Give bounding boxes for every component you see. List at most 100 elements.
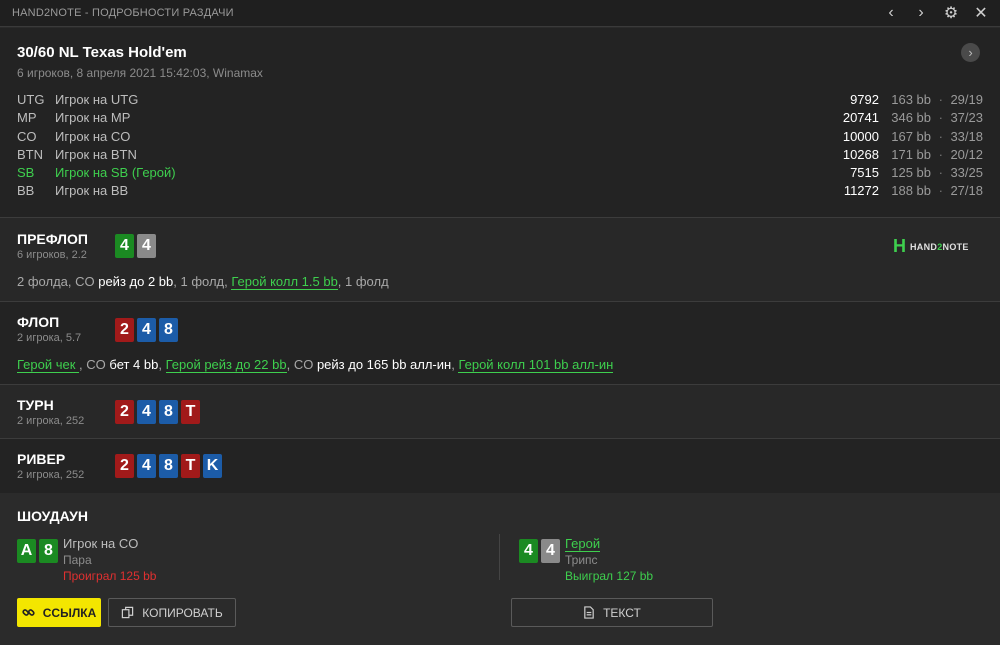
player-row: BB Игрок на BB 11272 188 bb · 27/18 [17, 182, 983, 200]
player-stats: 33/25 [950, 165, 983, 181]
card: 8 [159, 400, 178, 424]
street-name: ТУРН [17, 397, 54, 413]
player-stats: 37/23 [950, 110, 983, 126]
card: T [181, 454, 200, 478]
player-bb: 167 bb [891, 128, 931, 144]
hand-header: 30/60 NL Texas Hold'em 6 игроков, 8 апре… [0, 28, 1000, 218]
window-title: HAND2NOTE - ПОДРОБНОСТИ РАЗДАЧИ [12, 7, 234, 19]
villain-hand-rank: Пара [63, 553, 92, 567]
chevron-right-icon: › [918, 4, 924, 21]
next-hand-circle-button[interactable]: › [961, 43, 980, 62]
card: 8 [159, 318, 178, 342]
hero-info: Герой Трипс Выиграл 127 bb [565, 536, 765, 584]
showdown-section: ШОУДАУН A 8 Игрок на CO Пара Проиграл 12… [0, 493, 1000, 645]
player-row: UTG Игрок на UTG 9792 163 bb · 29/19 [17, 91, 983, 109]
player-name: Игрок на BB [55, 183, 129, 199]
player-position: BB [17, 183, 35, 199]
villain-result: Проиграл 125 bb [63, 569, 157, 583]
street-sub: 2 игрока, 252 [17, 415, 85, 427]
street-actions: 2 фолда, CO рейз до 2 bb, 1 фолд, Герой … [17, 274, 389, 290]
card: 2 [115, 318, 134, 342]
copy-button-label: КОПИРОВАТЬ [142, 605, 223, 620]
link-button[interactable]: ССЫЛКА [17, 598, 101, 627]
street-preflop: ПРЕФЛОП 6 игроков, 2.2 4 4 H HAND2NOTE 2… [0, 218, 1000, 302]
card: 2 [115, 454, 134, 478]
street-river: РИВЕР 2 игрока, 252 2 4 8 T K [0, 439, 1000, 493]
villain-name: Игрок на CO [63, 536, 139, 551]
hero-result: Выиграл 127 bb [565, 569, 654, 583]
action-text: , [158, 357, 166, 372]
next-hand-button[interactable]: › [906, 0, 936, 27]
hand2note-logo: H HAND2NOTE [893, 236, 969, 257]
player-bb: 125 bb [891, 165, 931, 181]
player-chips: 7515 [850, 165, 879, 181]
hero-action-link[interactable]: Герой чек [17, 357, 80, 373]
street-sub: 2 игрока, 252 [17, 469, 85, 481]
player-bb: 163 bb [891, 92, 931, 107]
street-sub: 6 игроков, 2.2 [17, 249, 87, 261]
hero-cards: 4 4 [519, 539, 560, 563]
link-button-label: ССЫЛКА [42, 605, 97, 620]
showdown-divider [499, 534, 500, 580]
action-text: 2 фолда, CO [17, 274, 99, 289]
player-chips: 10268 [842, 146, 879, 162]
player-stats: 20/12 [950, 146, 983, 162]
card: T [181, 400, 200, 424]
player-name: Игрок на UTG [55, 92, 139, 107]
separator-dot: · [938, 92, 943, 107]
player-bb: 171 bb [891, 146, 931, 162]
link-icon [22, 609, 35, 616]
card: 4 [137, 318, 156, 342]
player-position: SB [17, 165, 35, 181]
player-chips: 9792 [850, 92, 879, 107]
text-button-label: ТЕКСТ [603, 605, 641, 620]
title-bar: HAND2NOTE - ПОДРОБНОСТИ РАЗДАЧИ ‹ › ⚙ ✕ [0, 0, 1000, 27]
street-name: РИВЕР [17, 451, 66, 467]
copy-button[interactable]: КОПИРОВАТЬ [108, 598, 236, 627]
text-button[interactable]: ТЕКСТ [511, 598, 713, 627]
card: 4 [137, 234, 156, 258]
close-icon: ✕ [974, 5, 988, 22]
street-turn: ТУРН 2 игрока, 252 2 4 8 T [0, 385, 1000, 439]
previous-hand-button[interactable]: ‹ [876, 0, 906, 27]
action-text: , 1 фолд, [173, 274, 232, 289]
player-chips: 20741 [842, 110, 879, 126]
action-text: рейз до 2 bb [98, 274, 174, 289]
separator-dot: · [938, 110, 943, 126]
card: 8 [39, 539, 58, 563]
gear-icon: ⚙ [943, 5, 959, 22]
action-text: , CO [286, 357, 317, 372]
street-sub: 2 игрока, 5.7 [17, 332, 82, 344]
board-cards: 2 4 8 T [115, 400, 200, 424]
card: K [203, 454, 222, 478]
card: 8 [159, 454, 178, 478]
card: 2 [115, 400, 134, 424]
showdown-title: ШОУДАУН [17, 508, 88, 524]
card: 4 [519, 539, 538, 563]
player-position: CO [17, 128, 37, 144]
copy-icon [122, 606, 134, 619]
street-actions: Герой чек , CO бет 4 bb, Герой рейз до 2… [17, 357, 614, 373]
hand2note-logo-text: HAND2NOTE [910, 241, 969, 252]
player-bb: 346 bb [891, 110, 931, 126]
hero-action-link[interactable]: Герой колл 101 bb алл-ин [458, 357, 614, 373]
hero-action-link[interactable]: Герой рейз до 22 bb [165, 357, 287, 373]
street-name: ПРЕФЛОП [17, 231, 88, 247]
game-subtitle: 6 игроков, 8 апреля 2021 15:42:03, Winam… [17, 66, 263, 80]
hero-action-link[interactable]: Герой колл 1.5 bb [231, 274, 338, 290]
action-text: бет 4 bb [109, 357, 159, 372]
player-position: MP [17, 110, 37, 126]
card: 4 [115, 234, 134, 258]
hero-hand-rank: Трипс [565, 553, 598, 567]
close-button[interactable]: ✕ [966, 0, 996, 27]
player-name: Игрок на BTN [55, 146, 137, 162]
action-text: , CO [79, 357, 110, 372]
separator-dot: · [938, 165, 943, 181]
player-bb: 188 bb [891, 183, 931, 199]
player-chips: 10000 [842, 128, 879, 144]
action-text: , 1 фолд [337, 274, 389, 289]
hero-name-link[interactable]: Герой [565, 537, 601, 552]
player-position: UTG [17, 92, 45, 107]
settings-button[interactable]: ⚙ [936, 0, 966, 27]
players-list: UTG Игрок на UTG 9792 163 bb · 29/19 MP … [17, 91, 983, 201]
